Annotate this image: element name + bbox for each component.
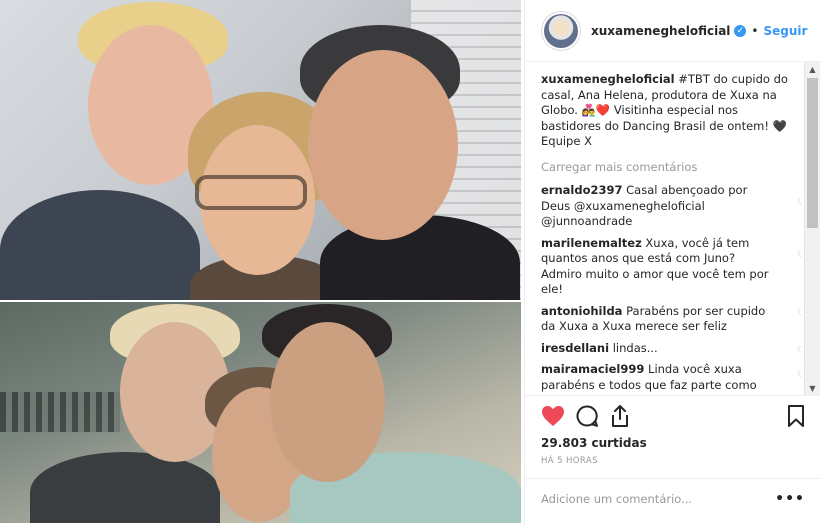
likes-count[interactable]: 29.803 curtidas — [541, 436, 805, 450]
post-side-panel: xuxamenegheloficial ✓ • Seguir xuxameneg… — [524, 0, 828, 525]
instagram-post: xuxamenegheloficial ✓ • Seguir xuxameneg… — [0, 0, 828, 525]
comment-username[interactable]: antoniohilda — [541, 304, 622, 318]
comment-item: marilenemaltez Xuxa, você já tem quantos… — [541, 236, 801, 298]
follow-button[interactable]: Seguir — [763, 24, 807, 38]
comment-item: ernaldo2397 Casal abençoado por Deus @xu… — [541, 183, 801, 230]
comment-like-icon[interactable]: ♡ — [797, 306, 801, 322]
header-separator: • — [751, 23, 759, 38]
header-username[interactable]: xuxamenegheloficial — [591, 24, 730, 38]
photo-bottom-collage — [0, 302, 521, 523]
post-actions: 29.803 curtidas HÁ 5 HORAS — [525, 395, 821, 466]
comments-scrollbar[interactable]: ▲ ▼ — [804, 62, 820, 395]
post-photo[interactable] — [0, 0, 521, 525]
comment-like-icon[interactable]: ♡ — [797, 368, 801, 384]
post-caption: xuxamenegheloficial #TBT do cupido do ca… — [541, 72, 801, 150]
comment-like-icon[interactable]: ♡ — [797, 195, 801, 211]
post-timestamp[interactable]: HÁ 5 HORAS — [541, 456, 805, 466]
scroll-up-arrow-icon[interactable]: ▲ — [805, 62, 820, 76]
load-more-comments-button[interactable]: Carregar mais comentários — [541, 160, 801, 176]
comment-like-icon[interactable]: ♡ — [797, 248, 801, 264]
add-comment-input[interactable] — [541, 491, 776, 506]
comment-like-icon[interactable]: ♡ — [797, 343, 801, 359]
share-upload-icon[interactable] — [609, 403, 643, 429]
comment-username[interactable]: ernaldo2397 — [541, 183, 623, 197]
comment-username[interactable]: marilenemaltez — [541, 236, 642, 250]
comment-item: mairamaciel999 Linda você xuxa parabéns … — [541, 362, 801, 392]
avatar[interactable] — [541, 10, 581, 51]
comment-item: iresdellani lindas... ♡ — [541, 341, 801, 357]
heart-filled-icon[interactable] — [541, 403, 575, 429]
post-header: xuxamenegheloficial ✓ • Seguir — [525, 0, 821, 62]
comment-bubble-icon[interactable] — [575, 403, 609, 429]
scroll-down-arrow-icon[interactable]: ▼ — [805, 381, 820, 395]
add-comment-bar: ••• — [525, 478, 821, 518]
photo-top-collage — [0, 0, 521, 300]
comment-username[interactable]: mairamaciel999 — [541, 362, 644, 376]
comment-text: lindas... — [612, 340, 658, 355]
comment-item: antoniohilda Parabéns por ser cupido da … — [541, 304, 801, 335]
more-options-icon[interactable]: ••• — [775, 491, 805, 507]
comments-list: xuxamenegheloficial #TBT do cupido do ca… — [541, 72, 801, 392]
caption-username[interactable]: xuxamenegheloficial — [541, 72, 675, 86]
comment-username[interactable]: iresdellani — [541, 341, 609, 355]
verified-badge-icon: ✓ — [734, 24, 747, 37]
bookmark-icon[interactable] — [771, 403, 805, 429]
scrollbar-thumb[interactable] — [807, 78, 818, 228]
